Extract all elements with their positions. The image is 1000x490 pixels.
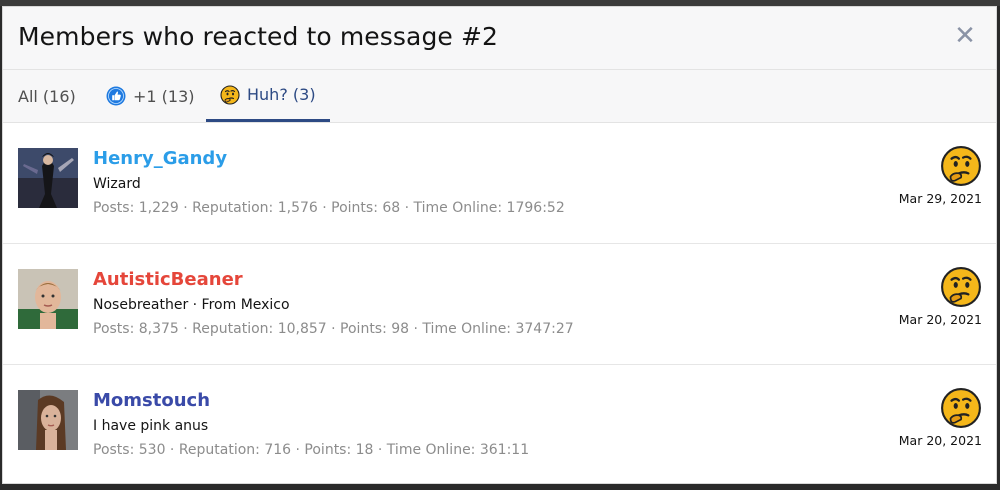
- tab-all[interactable]: All (16): [18, 70, 76, 122]
- reaction-date: Mar 20, 2021: [898, 312, 982, 327]
- thinking-face-icon: [940, 145, 982, 187]
- member-name[interactable]: AutisticBeaner: [93, 269, 243, 290]
- reaction-date: Mar 20, 2021: [898, 433, 982, 448]
- thinking-face-icon: [940, 266, 982, 308]
- avatar[interactable]: [18, 269, 78, 329]
- tab-plus-one-label: +1 (13): [133, 86, 195, 106]
- reaction-tabs: All (16) +1 (13) Huh? (3): [3, 70, 996, 123]
- member-stats: Posts: 1,229 · Reputation: 1,576 · Point…: [93, 200, 565, 216]
- member-name[interactable]: Henry_Gandy: [93, 148, 227, 169]
- thinking-face-icon: [220, 84, 240, 105]
- tab-huh[interactable]: Huh? (3): [206, 70, 330, 122]
- member-name[interactable]: Momstouch: [93, 390, 210, 411]
- thinking-face-icon: [940, 387, 982, 429]
- member-stats: Posts: 530 · Reputation: 716 · Points: 1…: [93, 442, 530, 458]
- modal-header: Members who reacted to message #2 ✕: [3, 7, 996, 70]
- member-list: Henry_Gandy Wizard Posts: 1,229 · Reputa…: [3, 123, 996, 483]
- reaction-date: Mar 29, 2021: [898, 191, 982, 206]
- tab-plus-one[interactable]: +1 (13): [106, 70, 195, 122]
- list-item: Momstouch I have pink anus Posts: 530 · …: [3, 365, 996, 483]
- thumbs-up-icon: [106, 86, 126, 106]
- avatar[interactable]: [18, 148, 78, 208]
- modal-title: Members who reacted to message #2: [18, 22, 499, 51]
- close-button[interactable]: ✕: [952, 23, 978, 49]
- list-item: AutisticBeaner Nosebreather · From Mexic…: [3, 244, 996, 365]
- reactions-modal: Members who reacted to message #2 ✕ All …: [2, 6, 997, 484]
- tab-huh-label: Huh? (3): [247, 85, 316, 104]
- member-title: I have pink anus: [93, 418, 209, 434]
- avatar[interactable]: [18, 390, 78, 450]
- member-title: Wizard: [93, 176, 141, 192]
- list-item: Henry_Gandy Wizard Posts: 1,229 · Reputa…: [3, 123, 996, 244]
- member-title: Nosebreather · From Mexico: [93, 297, 290, 313]
- tab-all-label: All (16): [18, 86, 76, 106]
- member-stats: Posts: 8,375 · Reputation: 10,857 · Poin…: [93, 321, 574, 337]
- close-icon: ✕: [954, 21, 976, 51]
